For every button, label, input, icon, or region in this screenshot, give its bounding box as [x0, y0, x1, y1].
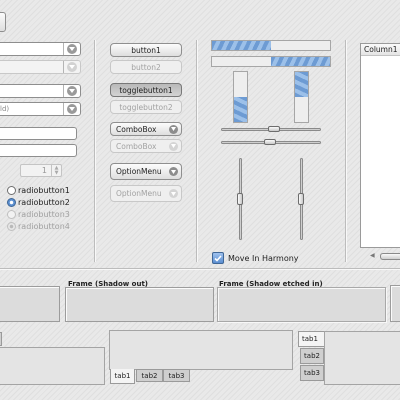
chevron-down-icon	[67, 104, 77, 114]
chevron-down-icon	[169, 167, 178, 176]
toggle-button-2-label: togglebutton2	[119, 102, 173, 112]
progress-bar-h1	[211, 40, 331, 51]
tab-bottom-1[interactable]: tab1	[110, 369, 135, 384]
combo-entry-3-arrow[interactable]	[63, 85, 80, 97]
radio-indicator[interactable]	[7, 198, 16, 207]
chevron-down-icon	[67, 62, 77, 72]
tab-bottom-1-label: tab1	[114, 372, 131, 380]
spin-value: 1	[41, 166, 47, 175]
radio-button-3: radiobutton3	[7, 209, 87, 220]
radio-button-2[interactable]: radiobutton2	[7, 197, 87, 208]
button-2: button2	[110, 60, 182, 74]
toggle-button-2: togglebutton2	[110, 100, 182, 114]
spin-arrows: ▲ ▼	[51, 165, 61, 176]
chevron-down-icon	[67, 86, 77, 96]
spin-down-icon: ▼	[54, 169, 59, 176]
progress-fill	[234, 97, 247, 122]
move-in-harmony-checkbox[interactable]: Move In Harmony	[212, 252, 299, 264]
progress-fill	[271, 57, 330, 66]
column-header-1[interactable]: Column1	[361, 44, 400, 55]
check-icon	[214, 254, 222, 262]
combobox-2: ComboBox	[110, 139, 182, 153]
tab-left-2[interactable]: tab2	[300, 348, 324, 364]
separator-2	[196, 40, 198, 262]
spin-button: 1 ▲ ▼	[20, 164, 62, 177]
separator-3	[345, 40, 347, 262]
progress-fill	[295, 72, 308, 97]
text-entry-2[interactable]	[0, 144, 77, 157]
combo-entry-1-arrow[interactable]	[63, 43, 80, 55]
radio-label-2: radiobutton2	[18, 198, 70, 207]
combobox-1[interactable]: ComboBox	[110, 122, 182, 136]
text-entry-1[interactable]	[0, 127, 77, 140]
toggle-button-1[interactable]: togglebutton1	[110, 83, 182, 97]
combo-entry-4-text[interactable]: ld)	[0, 105, 63, 113]
tab-left-1[interactable]: tab1	[298, 331, 325, 347]
combo-entry-2-arrow	[63, 61, 80, 73]
button-2-label: button2	[131, 62, 161, 72]
frame-4	[390, 285, 400, 322]
radio-group: radiobutton1 radiobutton2 radiobutton3 r…	[7, 185, 87, 232]
vscale-2-thumb[interactable]	[298, 193, 304, 205]
radio-button-1[interactable]: radiobutton1	[7, 185, 87, 196]
option-menu-2-label: OptionMenu	[116, 189, 162, 198]
progress-bar-h2	[211, 56, 331, 67]
tab-bottom-2[interactable]: tab2	[136, 369, 163, 382]
arrow-left-icon[interactable]: ◀	[370, 252, 375, 259]
radio-label-4: radiobutton4	[18, 222, 70, 231]
separator-1	[94, 40, 96, 262]
option-menu-1[interactable]: OptionMenu	[110, 163, 182, 180]
notebook-bottom-page	[109, 330, 293, 370]
chevron-down-icon	[169, 141, 178, 151]
combobox-1-label: ComboBox	[116, 124, 157, 134]
notebook-left-page	[0, 347, 105, 385]
hscale-2-thumb[interactable]	[264, 139, 276, 145]
radio-label-3: radiobutton3	[18, 210, 70, 219]
progress-bar-v1	[233, 71, 248, 123]
button-1-label: button1	[131, 45, 161, 55]
progress-fill	[212, 41, 271, 50]
hscale-1-thumb[interactable]	[268, 126, 280, 132]
option-menu-2: OptionMenu	[110, 185, 182, 202]
checkbox-indicator[interactable]	[212, 252, 224, 264]
combo-entry-2	[0, 60, 81, 74]
combo-entry-4-arrow[interactable]	[63, 103, 80, 115]
frame-3	[217, 287, 386, 322]
partial-button[interactable]	[0, 12, 6, 32]
progress-bar-v2	[294, 71, 309, 123]
tree-hscrollbar[interactable]: ◀	[360, 251, 400, 260]
notebook-left-tabs-page	[324, 331, 400, 385]
radio-button-4: radiobutton4	[7, 221, 87, 232]
tab-left-2-label: tab2	[304, 352, 320, 360]
scrollbar-thumb[interactable]	[380, 253, 400, 260]
radio-indicator	[7, 210, 16, 219]
left-partial-tab[interactable]	[0, 332, 2, 346]
toggle-button-1-label: togglebutton1	[119, 85, 173, 95]
combo-entry-1[interactable]	[0, 42, 81, 56]
tab-bottom-2-label: tab2	[141, 371, 158, 380]
tab-left-3-label: tab3	[304, 369, 320, 377]
combobox-2-label: ComboBox	[116, 141, 157, 151]
chevron-down-icon	[169, 189, 178, 198]
tab-bottom-3-label: tab3	[168, 371, 185, 380]
tree-view[interactable]: Column1	[360, 43, 400, 248]
tab-left-1-label: tab1	[302, 335, 318, 343]
radio-indicator	[7, 222, 16, 231]
chevron-down-icon	[67, 44, 77, 54]
frame-2	[65, 287, 214, 322]
radio-indicator[interactable]	[7, 186, 16, 195]
vscale-1-thumb[interactable]	[237, 193, 243, 205]
tab-left-3[interactable]: tab3	[300, 365, 324, 381]
combo-entry-3[interactable]	[0, 84, 81, 98]
separator-horizontal	[0, 268, 400, 270]
frame-1	[0, 286, 60, 322]
button-1[interactable]: button1	[110, 43, 182, 57]
radio-label-1: radiobutton1	[18, 186, 70, 195]
option-menu-1-label: OptionMenu	[116, 167, 162, 176]
combo-entry-4[interactable]: ld)	[0, 102, 81, 116]
tab-bottom-3[interactable]: tab3	[163, 369, 190, 382]
tree-header: Column1	[361, 44, 400, 56]
chevron-down-icon	[169, 124, 178, 134]
checkbox-label: Move In Harmony	[228, 253, 299, 263]
